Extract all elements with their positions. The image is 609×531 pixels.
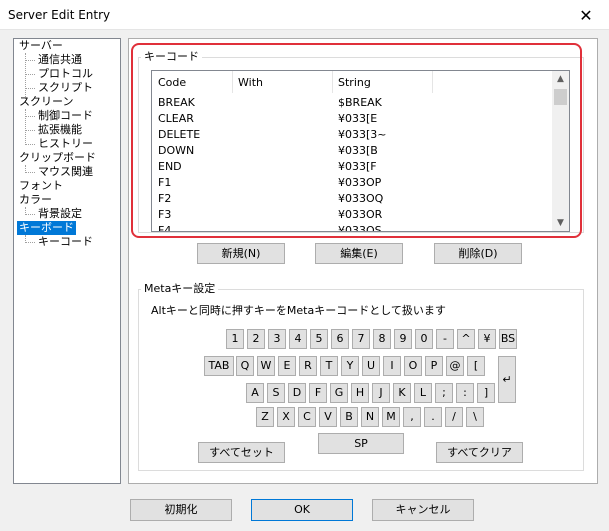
meta-group-title: Metaキー設定 <box>141 280 219 296</box>
edit-button[interactable]: 編集(E) <box>315 243 403 264</box>
meta-key-t[interactable]: T <box>320 356 338 376</box>
meta-key-lbracket[interactable]: [ <box>467 356 485 376</box>
tree-connector <box>25 172 35 173</box>
meta-key-c[interactable]: C <box>298 407 316 427</box>
meta-key-tab[interactable]: TAB <box>204 356 234 376</box>
tree-item-clipboard[interactable]: クリップボード <box>17 151 98 165</box>
meta-key-period[interactable]: . <box>424 407 442 427</box>
meta-key-s[interactable]: S <box>267 383 285 403</box>
meta-key-9[interactable]: 9 <box>394 329 412 349</box>
tree-connector <box>25 116 35 117</box>
keycode-highlight-frame <box>131 43 582 238</box>
meta-key-1[interactable]: 1 <box>226 329 244 349</box>
meta-key-q[interactable]: Q <box>236 356 254 376</box>
tree-connector <box>25 235 26 241</box>
clear-all-button[interactable]: すべてクリア <box>436 442 523 463</box>
meta-key-h[interactable]: H <box>351 383 369 403</box>
tree-item-control-code[interactable]: 制御コード <box>36 109 95 123</box>
meta-key-u[interactable]: U <box>362 356 380 376</box>
tree-item-keyboard[interactable]: キーボード <box>17 221 76 235</box>
tree-connector <box>25 144 35 145</box>
meta-key-k[interactable]: K <box>393 383 411 403</box>
tree-connector <box>25 60 35 61</box>
tree-connector <box>25 242 35 243</box>
tree-connector <box>25 88 35 89</box>
meta-key-b[interactable]: B <box>340 407 358 427</box>
meta-key-g[interactable]: G <box>330 383 348 403</box>
meta-key-0[interactable]: 0 <box>415 329 433 349</box>
meta-key-y[interactable]: Y <box>341 356 359 376</box>
meta-key-at[interactable]: @ <box>446 356 464 376</box>
tree-item-keycode[interactable]: キーコード <box>36 235 95 249</box>
meta-key-e[interactable]: E <box>278 356 296 376</box>
meta-key-6[interactable]: 6 <box>331 329 349 349</box>
meta-key-x[interactable]: X <box>277 407 295 427</box>
meta-key-semicolon[interactable]: ; <box>435 383 453 403</box>
meta-key-v[interactable]: V <box>319 407 337 427</box>
meta-key-3[interactable]: 3 <box>268 329 286 349</box>
tree-item-color[interactable]: カラー <box>17 193 54 207</box>
tree-item-mouse[interactable]: マウス関連 <box>36 165 95 179</box>
meta-key-r[interactable]: R <box>299 356 317 376</box>
meta-key-j[interactable]: J <box>372 383 390 403</box>
meta-key-8[interactable]: 8 <box>373 329 391 349</box>
tree-item-script[interactable]: スクリプト <box>36 81 95 95</box>
meta-key-m[interactable]: M <box>382 407 400 427</box>
tree-item-comm-common[interactable]: 通信共通 <box>36 53 84 67</box>
tree-connector <box>25 165 26 171</box>
meta-key-d[interactable]: D <box>288 383 306 403</box>
meta-key-w[interactable]: W <box>257 356 275 376</box>
tree-connector <box>25 109 26 143</box>
meta-key-o[interactable]: O <box>404 356 422 376</box>
delete-button[interactable]: 削除(D) <box>434 243 522 264</box>
tree-item-screen[interactable]: スクリーン <box>17 95 75 109</box>
meta-key-l[interactable]: L <box>414 383 432 403</box>
cancel-button[interactable]: キャンセル <box>372 499 474 521</box>
meta-key-comma[interactable]: , <box>403 407 421 427</box>
meta-key-2[interactable]: 2 <box>247 329 265 349</box>
meta-key-p[interactable]: P <box>425 356 443 376</box>
meta-key-slash[interactable]: / <box>445 407 463 427</box>
tree-connector <box>25 130 35 131</box>
meta-key-yen[interactable]: ¥ <box>478 329 496 349</box>
meta-key-4[interactable]: 4 <box>289 329 307 349</box>
meta-key-enter[interactable]: ↵ <box>498 356 516 403</box>
meta-key-bs[interactable]: BS <box>499 329 517 349</box>
space-key[interactable]: SP <box>318 433 404 454</box>
close-icon[interactable]: ✕ <box>563 0 609 30</box>
meta-key-z[interactable]: Z <box>256 407 274 427</box>
meta-key-5[interactable]: 5 <box>310 329 328 349</box>
meta-key-f[interactable]: F <box>309 383 327 403</box>
tree-item-font[interactable]: フォント <box>17 179 65 193</box>
tree-item-server[interactable]: サーバー <box>17 39 65 53</box>
meta-description: Altキーと同時に押すキーをMetaキーコードとして扱います <box>151 304 446 317</box>
window-title: Server Edit Entry <box>8 8 111 22</box>
meta-key-rbracket[interactable]: ] <box>477 383 495 403</box>
tree-item-extensions[interactable]: 拡張機能 <box>36 123 84 137</box>
tree-connector <box>25 214 35 215</box>
new-button[interactable]: 新規(N) <box>197 243 285 264</box>
meta-key-a[interactable]: A <box>246 383 264 403</box>
tree-connector <box>25 207 26 213</box>
meta-key-n[interactable]: N <box>361 407 379 427</box>
tree-item-protocol[interactable]: プロトコル <box>36 67 95 81</box>
tree-connector <box>25 74 35 75</box>
meta-key-colon[interactable]: : <box>456 383 474 403</box>
meta-key-caret[interactable]: ^ <box>457 329 475 349</box>
set-all-button[interactable]: すべてセット <box>198 442 285 463</box>
ok-button[interactable]: OK <box>251 499 353 521</box>
title-bar: Server Edit Entry ✕ <box>0 0 609 30</box>
tree-item-background[interactable]: 背景設定 <box>36 207 84 221</box>
meta-key-backslash[interactable]: \ <box>466 407 484 427</box>
initialize-button[interactable]: 初期化 <box>130 499 232 521</box>
meta-key-i[interactable]: I <box>383 356 401 376</box>
meta-key-minus[interactable]: - <box>436 329 454 349</box>
meta-key-7[interactable]: 7 <box>352 329 370 349</box>
tree-item-history[interactable]: ヒストリー <box>36 137 95 151</box>
settings-tree[interactable]: サーバー 通信共通 プロトコル スクリプト スクリーン 制御コード 拡張機能 ヒ… <box>13 38 121 484</box>
